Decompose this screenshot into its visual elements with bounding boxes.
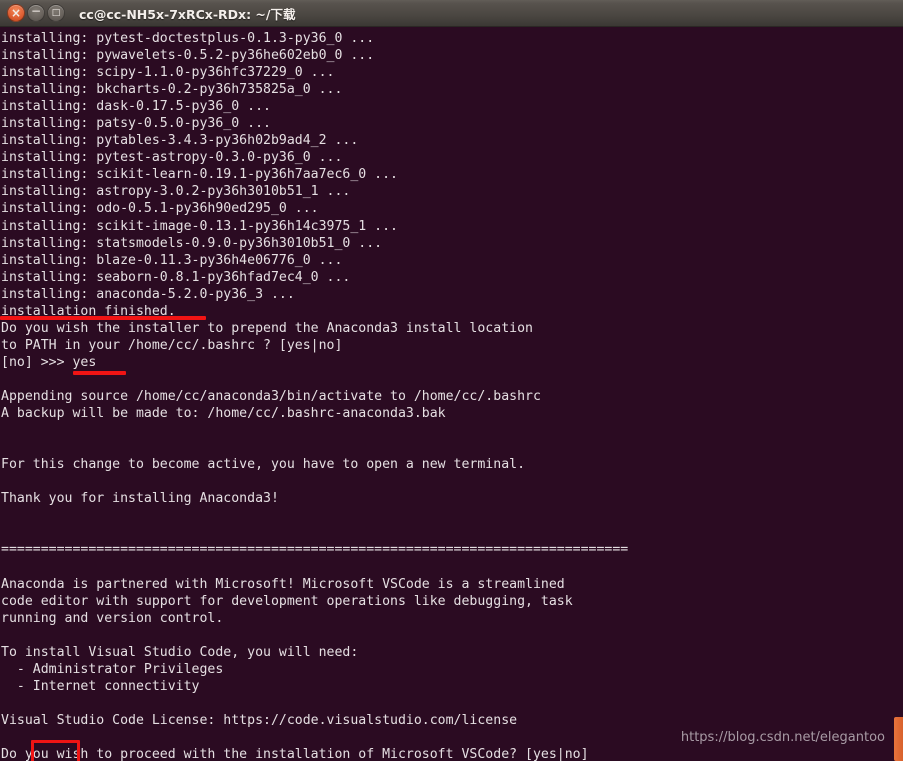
terminal-line: Anaconda is partnered with Microsoft! Mi… — [1, 576, 565, 592]
terminal-line: running and version control. — [1, 610, 224, 626]
terminal-line: installing: astropy-3.0.2-py36h3010b51_1… — [1, 184, 351, 200]
terminal-line: installing: blaze-0.11.3-py36h4e06776_0 … — [1, 252, 343, 268]
minimize-icon: − — [30, 4, 42, 18]
terminal-line: to PATH in your /home/cc/.bashrc ? [yes|… — [1, 337, 343, 353]
annotation-underline-installation-finished — [0, 316, 206, 320]
terminal-output[interactable]: installing: pytest-doctestplus-0.1.3-py3… — [0, 27, 903, 761]
close-button[interactable]: × — [7, 4, 25, 22]
maximize-icon: □ — [51, 7, 61, 18]
terminal-line: installing: bkcharts-0.2-py36h735825a_0 … — [1, 82, 343, 98]
terminal-line: installing: dask-0.17.5-py36_0 ... — [1, 99, 271, 115]
minimize-button[interactable]: − — [27, 4, 45, 22]
terminal-line: Appending source /home/cc/anaconda3/bin/… — [1, 388, 541, 404]
terminal-line: code editor with support for development… — [1, 593, 573, 609]
terminal-line: installing: odo-0.5.1-py36h90ed295_0 ... — [1, 201, 319, 217]
window-controls: × − □ — [7, 4, 65, 22]
terminal-line: installing: scipy-1.1.0-py36hfc37229_0 .… — [1, 65, 335, 81]
annotation-box-no — [31, 740, 80, 761]
window-title: cc@cc-NH5x-7xRCx-RDx: ~/下载 — [79, 6, 296, 22]
terminal-line: installing: scikit-learn-0.19.1-py36h7aa… — [1, 167, 398, 183]
annotation-underline-yes — [73, 371, 126, 375]
scrollbar-thumb[interactable] — [894, 717, 903, 761]
terminal-line: Do you wish the installer to prepend the… — [1, 320, 533, 336]
terminal-line: installing: anaconda-5.2.0-py36_3 ... — [1, 286, 295, 302]
terminal-line: installing: pytest-astropy-0.3.0-py36_0 … — [1, 150, 343, 166]
terminal-line: installing: statsmodels-0.9.0-py36h3010b… — [1, 235, 383, 251]
terminal-line: For this change to become active, you ha… — [1, 457, 526, 473]
terminal-line: To install Visual Studio Code, you will … — [1, 644, 359, 660]
terminal-window: × − □ cc@cc-NH5x-7xRCx-RDx: ~/下载 install… — [0, 0, 903, 761]
maximize-button[interactable]: □ — [47, 4, 65, 22]
terminal-line: ========================================… — [1, 542, 629, 558]
terminal-line: Thank you for installing Anaconda3! — [1, 491, 279, 507]
window-titlebar[interactable]: × − □ cc@cc-NH5x-7xRCx-RDx: ~/下载 — [0, 0, 903, 27]
terminal-line: installing: scikit-image-0.13.1-py36h14c… — [1, 218, 398, 234]
terminal-line: [no] >>> yes — [1, 354, 97, 370]
terminal-line: installing: pywavelets-0.5.2-py36he602eb… — [1, 48, 375, 64]
terminal-line: installing: seaborn-0.8.1-py36hfad7ec4_0… — [1, 269, 351, 285]
watermark-url: https://blog.csdn.net/elegantoo — [680, 730, 885, 745]
terminal-line: installing: patsy-0.5.0-py36_0 ... — [1, 116, 271, 132]
terminal-line: - Internet connectivity — [1, 678, 200, 694]
close-icon: × — [10, 5, 22, 20]
terminal-line: Visual Studio Code License: https://code… — [1, 712, 518, 728]
terminal-line: installing: pytables-3.4.3-py36h02b9ad4_… — [1, 133, 359, 149]
terminal-line: installing: pytest-doctestplus-0.1.3-py3… — [1, 31, 375, 46]
terminal-line: - Administrator Privileges — [1, 661, 224, 677]
terminal-line: A backup will be made to: /home/cc/.bash… — [1, 406, 446, 422]
terminal-line: Do you wish to proceed with the installa… — [1, 746, 589, 761]
